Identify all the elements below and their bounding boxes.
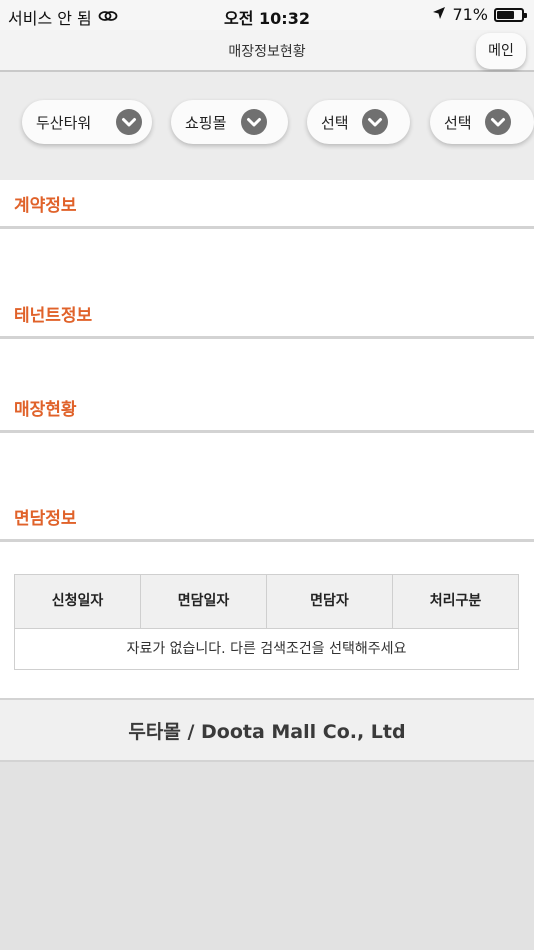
table-header: 신청일자 면담일자 면담자 처리구분	[15, 575, 518, 629]
chevron-down-icon	[116, 109, 142, 135]
empty-table-message: 자료가 없습니다. 다른 검색조건을 선택해주세요	[126, 641, 407, 657]
filter-building-select[interactable]: 두산타워	[22, 100, 152, 144]
filter-label: 선택	[321, 114, 349, 132]
column-header-process-type: 처리구분	[429, 593, 482, 609]
filter-bar: 두산타워 쇼핑몰 선택 선택	[0, 72, 534, 180]
battery-icon	[494, 7, 527, 22]
column-header-interviewer: 면담자	[267, 575, 393, 628]
divider	[0, 539, 534, 542]
column-header-request-date: 신청일자	[15, 575, 141, 628]
section-title-tenant: 테넌트정보	[14, 306, 93, 326]
filter-label: 쇼핑몰	[185, 114, 227, 132]
section-title-store-status: 매장현황	[14, 400, 77, 420]
page-title: 매장정보현황	[228, 44, 306, 60]
location-arrow-icon	[432, 5, 446, 24]
filter-label: 두산타워	[36, 114, 92, 132]
section-title-interview: 면담정보	[14, 509, 77, 529]
column-header-interview-date: 면담일자	[141, 575, 267, 628]
divider	[0, 226, 534, 229]
chevron-down-icon	[241, 109, 267, 135]
chevron-down-icon	[362, 109, 388, 135]
divider	[0, 336, 534, 339]
interview-table: 신청일자 면담일자 면담자 처리구분 자료가 없습니다. 다른 검색조건을 선택…	[14, 574, 519, 670]
filter-category-select[interactable]: 쇼핑몰	[171, 100, 288, 144]
section-title-contract: 계약정보	[14, 196, 77, 216]
battery-percent: 71%	[452, 5, 488, 24]
footer: 두타몰 / Doota Mall Co., Ltd	[0, 698, 534, 762]
main-button[interactable]: 메인	[476, 33, 526, 69]
status-bar: 서비스 안 됨 오전 10:32 71%	[0, 0, 534, 30]
divider	[0, 430, 534, 433]
chevron-down-icon	[485, 109, 511, 135]
title-bar: 매장정보현황 메인	[0, 30, 534, 72]
filter-label: 선택	[444, 114, 472, 132]
filter-store-select[interactable]: 선택	[430, 100, 534, 144]
footer-company-text: 두타몰 / Doota Mall Co., Ltd	[128, 721, 406, 743]
filter-floor-select[interactable]: 선택	[307, 100, 410, 144]
status-right: 71%	[432, 5, 527, 24]
